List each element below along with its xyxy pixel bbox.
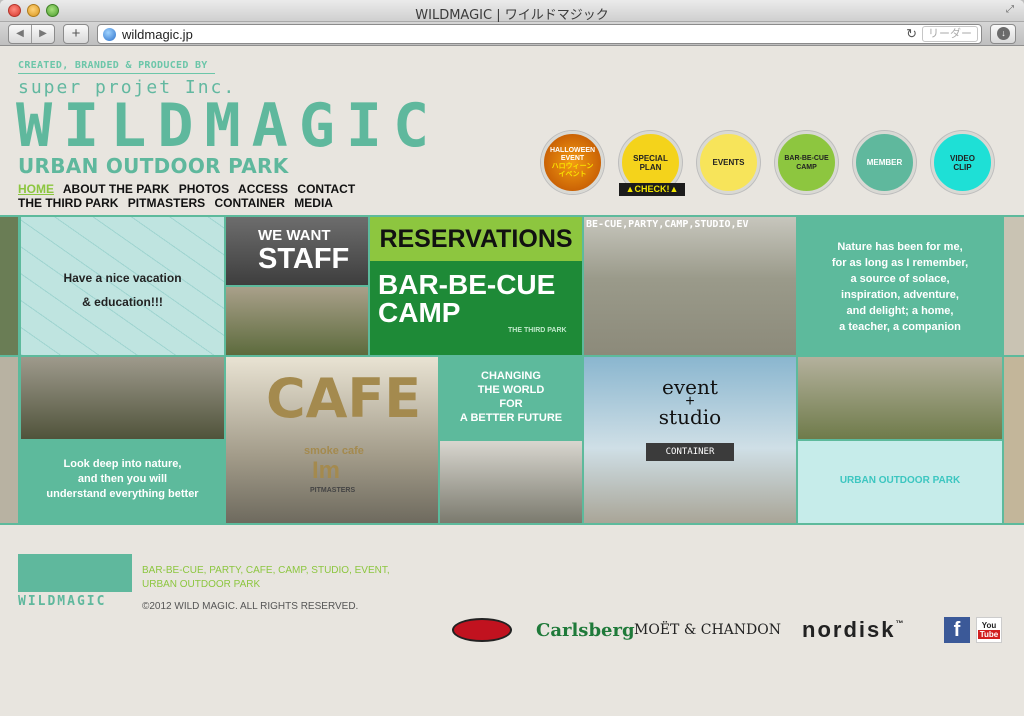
nav-the-third-park[interactable]: THE THIRD PARK [18,196,118,210]
banner-text: BE-CUE,PARTY,CAMP,STUDIO,EV [586,219,749,230]
tile-lawn-photo[interactable] [798,357,1002,439]
tile-quote[interactable]: Nature has been for me, for as long as I… [798,217,1002,355]
nav-media[interactable]: MEDIA [294,196,333,210]
credit-line-text: CREATED, BRANDED & PRODUCED BY [18,60,208,71]
nordisk-text: nordisk [802,617,896,642]
tile-model-photo[interactable] [21,357,224,439]
trademark-mark: ™ [895,619,906,628]
tile-staff[interactable]: WE WANT STAFF [226,217,368,285]
main-nav: HOME ABOUT THE PARK PHOTOS ACCESS CONTAC… [18,182,378,210]
title-bar: WILDMAGIC | ワイルドマジック ⤢ [0,0,1024,23]
youtube-tube: Tube [977,630,1001,639]
pitmasters-label: PITMASTERS [310,487,356,494]
bbq-camp-text-2: CAMP [378,297,461,328]
container-sign: CONTAINER [646,443,734,461]
check-badge[interactable]: ▲CHECK!▲ [619,183,685,196]
downloads-button[interactable]: ↓ [990,24,1016,44]
vacation-text-1: Have a nice vacation [63,271,182,285]
tile-deep-nature[interactable]: Look deep into nature, and then you will… [21,441,224,523]
divider [18,73,215,74]
sponsor-nordisk[interactable]: nordisk ™ [802,615,905,645]
url-text[interactable]: wildmagic.jp [122,27,193,42]
footer-keywords: BAR-BE-CUE, PARTY, CAFE, CAMP, STUDIO, E… [142,565,390,590]
forward-icon[interactable]: ▶ [32,25,54,43]
window-title: WILDMAGIC | ワイルドマジック [415,8,609,23]
facebook-icon[interactable]: f [944,617,970,643]
site-subtitle: URBAN OUTDOOR PARK [18,154,289,178]
tile-urban-outdoor-park[interactable]: URBAN OUTDOOR PARK [798,441,1002,523]
back-icon[interactable]: ◀ [9,25,32,43]
reservations-text: RESERVATIONS [370,217,582,261]
browser-toolbar: ◀ ▶ + wildmagic.jp ↻ リーダー ↓ [0,22,1024,46]
tile-reservations[interactable]: RESERVATIONS BAR-BE-CUE CAMP THE THIRD P… [370,217,582,355]
footer-logo-mark[interactable] [18,554,132,592]
tile-edge-right-1 [1004,217,1024,355]
tile-vacation[interactable]: Have a nice vacation & education!!! [21,217,224,355]
tile-campsite-photo[interactable] [226,287,368,355]
tile-cafe[interactable]: CAFE smoke cafe Im PITMASTERS [226,357,438,523]
nav-about-the-park[interactable]: ABOUT THE PARK [63,182,169,196]
tile-edge-right-2 [1004,357,1024,523]
studio-text: studio [658,405,722,429]
tile-container-interior-photo[interactable] [440,441,582,523]
tile-edge-left-2 [0,357,18,523]
third-park-label: THE THIRD PARK [508,327,567,334]
add-bookmark-button[interactable]: + [63,24,89,44]
history-buttons: ◀ ▶ [8,24,55,44]
tile-changing-world[interactable]: CHANGING THE WORLD FOR A BETTER FUTURE [440,357,582,439]
video-clip-button[interactable]: VIDEO CLIP [931,131,994,194]
halloween-event-button[interactable]: HALLOWEEN EVENT ハロウィーン イベント [541,131,604,194]
fullscreen-icon[interactable]: ⤢ [1006,4,1018,16]
halloween-label-4: イベント [558,170,587,178]
nav-contact[interactable]: CONTACT [297,182,355,196]
nav-home[interactable]: HOME [18,182,54,196]
events-button[interactable]: EVENTS [697,131,760,194]
reload-icon[interactable]: ↻ [906,26,917,42]
quote-text: Nature has been for me, for as long as I… [831,241,969,333]
feature-circles: HALLOWEEN EVENT ハロウィーン イベント SPECIAL PLAN… [541,131,995,196]
halloween-label-1: HALLOWEEN [549,146,596,154]
sponsor-moet-chandon[interactable]: MOËT & CHANDON [634,615,781,645]
footer-logo-text: WILDMAGIC [18,594,107,609]
globe-icon [103,28,116,41]
urban-outdoor-park-text: URBAN OUTDOOR PARK [839,475,961,486]
nav-pitmasters[interactable]: PITMASTERS [128,196,205,210]
sponsor-red-logo[interactable] [452,615,512,645]
nav-access[interactable]: ACCESS [238,182,288,196]
address-bar[interactable]: wildmagic.jp ↻ リーダー [97,24,982,44]
tile-edge-left-1 [0,217,18,355]
halloween-label-3: ハロウィーン [551,162,594,170]
footer-copyright: ©2012 WILD MAGIC. ALL RIGHTS RESERVED. [142,601,359,612]
site-logo[interactable]: WILDMAGIC [16,96,440,156]
download-icon: ↓ [997,27,1010,40]
vacation-text-2: & education!!! [82,295,163,309]
youtube-you: You [981,621,997,630]
youtube-icon[interactable]: You Tube [976,617,1002,643]
web-page: CREATED, BRANDED & PRODUCED BY super pro… [0,47,1024,716]
im-text: Im [312,457,341,484]
red-oval-icon [452,618,512,642]
cafe-title: CAFE [266,367,422,430]
tile-garden-photo[interactable]: BE-CUE,PARTY,CAMP,STUDIO,EV [584,217,796,355]
deep-nature-text: Look deep into nature, and then you will… [46,458,199,500]
smoke-cafe-text: smoke cafe [304,445,364,457]
sponsor-carlsberg[interactable]: Carlsberg [536,615,635,645]
tile-event-studio[interactable]: event + studio CONTAINER [584,357,796,523]
staff-text-1: WE WANT [258,227,331,244]
staff-text-2: STAFF [258,243,350,275]
bbq-camp-button[interactable]: BAR-BE-CUE CAMP [775,131,838,194]
browser-window: WILDMAGIC | ワイルドマジック ⤢ ◀ ▶ + wildmagic.j… [0,0,1024,716]
nav-photos[interactable]: PHOTOS [179,182,229,196]
reader-button[interactable]: リーダー [922,26,978,42]
nav-container[interactable]: CONTAINER [214,196,284,210]
halloween-label-2: EVENT [560,154,585,162]
member-button[interactable]: MEMBER [853,131,916,194]
changing-world-text: CHANGING THE WORLD FOR A BETTER FUTURE [459,370,563,424]
